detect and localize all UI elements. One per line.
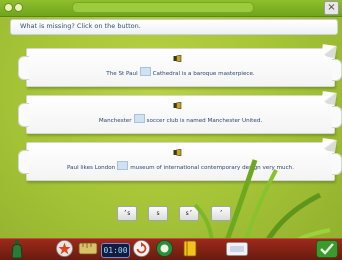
keyboard-icon[interactable] <box>226 242 248 256</box>
answer-gap <box>139 67 151 76</box>
book-icon[interactable] <box>183 240 197 257</box>
timer-display: 01:00 <box>101 243 130 258</box>
sentence-text: The St Paul Cathedral is a baroque master… <box>27 67 334 77</box>
sentence-before: Paul likes London <box>67 165 116 171</box>
answer-button[interactable]: s <box>148 206 168 221</box>
sentence-card: Manchester soccer club is named Mancheste… <box>18 91 342 134</box>
title-bar: × <box>0 0 342 17</box>
title-bar-tab <box>72 2 254 13</box>
check-icon[interactable] <box>316 240 338 258</box>
instruction-bar: What is missing? Click on the button. <box>10 19 338 35</box>
help-icon[interactable] <box>156 240 173 257</box>
status-light-icon <box>14 3 23 12</box>
sentence-text: Manchester soccer club is named Mancheste… <box>27 114 334 124</box>
sentence-before: The St Paul <box>106 71 138 77</box>
speaker-icon[interactable] <box>173 55 182 62</box>
answer-button[interactable]: ’s <box>117 206 137 221</box>
sentence-card: The St Paul Cathedral is a baroque master… <box>18 44 342 87</box>
star-icon[interactable] <box>56 240 73 257</box>
answer-gap <box>117 161 129 170</box>
refresh-icon[interactable] <box>133 240 150 257</box>
ruler-icon[interactable] <box>78 240 98 257</box>
close-button[interactable]: × <box>324 1 339 15</box>
sentence-after: soccer club is named Manchester United. <box>146 118 263 124</box>
bottle-icon <box>11 240 23 259</box>
sentence-after: Cathedral is a baroque masterpiece. <box>152 71 255 77</box>
speaker-icon[interactable] <box>173 102 182 109</box>
page-curl <box>321 91 337 105</box>
instruction-text: What is missing? Click on the button. <box>20 22 141 30</box>
status-light-icon <box>4 3 13 12</box>
sentence-before: Manchester <box>98 118 132 124</box>
answer-gap <box>133 114 145 123</box>
page-curl <box>321 44 337 58</box>
